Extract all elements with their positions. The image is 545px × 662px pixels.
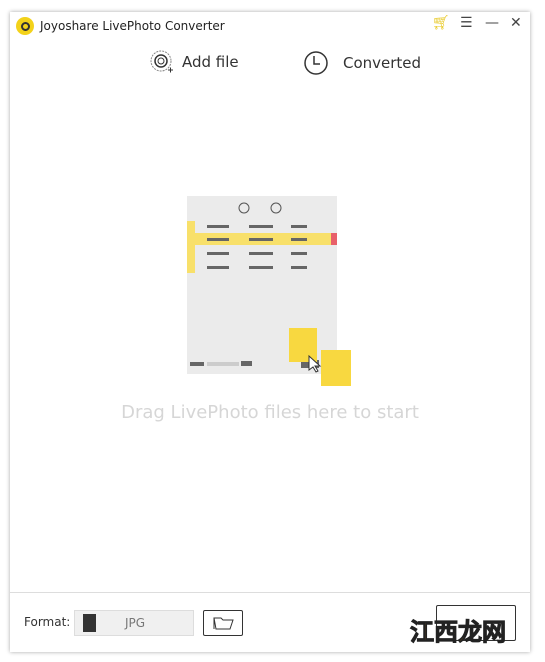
add-file-icon bbox=[150, 50, 173, 73]
app-window: Joyoshare LivePhoto Converter 🛒︎ ☰ — ✕ A… bbox=[10, 12, 530, 652]
open-folder-button[interactable] bbox=[203, 610, 243, 636]
drop-illustration bbox=[187, 196, 351, 386]
footer-divider bbox=[10, 592, 530, 593]
drop-hint: Drag LivePhoto files here to start bbox=[121, 402, 419, 423]
file-icon bbox=[83, 614, 96, 632]
add-file-button[interactable]: Add file bbox=[150, 50, 239, 74]
app-logo-icon bbox=[16, 17, 34, 35]
clock-icon bbox=[304, 51, 328, 75]
add-file-label: Add file bbox=[182, 53, 239, 71]
minimize-button[interactable]: — bbox=[485, 15, 499, 31]
format-value: JPG bbox=[125, 616, 146, 630]
folder-icon bbox=[213, 617, 234, 630]
watermark-logo: 江西龙网 bbox=[410, 618, 507, 647]
converted-label: Converted bbox=[343, 54, 422, 72]
format-select[interactable]: JPG bbox=[74, 610, 194, 636]
cart-icon[interactable]: 🛒︎ bbox=[432, 15, 450, 31]
close-button[interactable]: ✕ bbox=[510, 15, 522, 31]
converted-button[interactable]: Converted bbox=[303, 50, 421, 76]
menu-icon[interactable]: ☰ bbox=[460, 15, 473, 31]
window-title: Joyoshare LivePhoto Converter bbox=[40, 19, 225, 33]
format-label: Format: bbox=[24, 615, 71, 629]
